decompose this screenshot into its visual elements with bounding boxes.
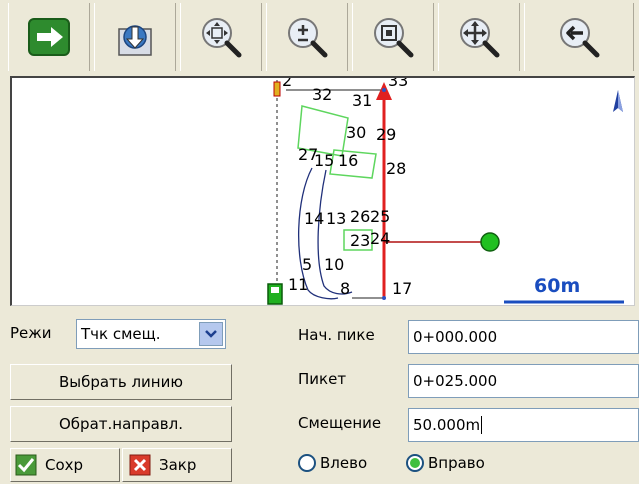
point-label: 14 (304, 209, 324, 228)
zoom-window-icon (374, 18, 414, 58)
right-radio-label: Вправо (428, 454, 485, 472)
left-radio-label: Влево (320, 454, 368, 472)
point-label: 30 (346, 123, 366, 142)
point-label: 17 (392, 279, 412, 298)
point-label: 8 (340, 279, 350, 298)
point-label: 23 (350, 231, 370, 250)
station-label: Пикет (298, 370, 347, 388)
radio-circle-selected (406, 454, 424, 472)
point-label: 32 (312, 85, 332, 104)
point-label: 16 (338, 151, 358, 170)
station-field[interactable]: 0+025.000 (408, 364, 639, 398)
north-arrow-icon (613, 90, 623, 112)
point-label: 28 (386, 159, 406, 178)
offset-label: Смещение (298, 414, 382, 432)
pan-button[interactable] (438, 3, 520, 71)
point-label: 24 (370, 229, 390, 248)
offset-point[interactable] (480, 232, 500, 252)
curve-inner (317, 169, 353, 295)
text-cursor (481, 416, 483, 434)
start-station-label: Нач. пике (298, 326, 375, 344)
zoom-extent-button[interactable] (180, 3, 262, 71)
mode-value: Тчк смещ. (81, 325, 161, 343)
scale-label: 60m (534, 275, 580, 297)
left-radio[interactable]: Влево (298, 454, 367, 472)
map-canvas[interactable]: 2 32 31 33 30 29 27 15 16 28 14 13 26 25… (12, 78, 635, 306)
radio-circle (298, 454, 316, 472)
point-label: 15 (314, 151, 334, 170)
right-radio[interactable]: Вправо (406, 454, 485, 472)
point-label: 25 (370, 207, 390, 226)
zoom-previous-button[interactable] (524, 3, 634, 71)
point-label: 26 (350, 207, 370, 226)
close-label: Закр (159, 456, 197, 474)
point-label: 33 (388, 78, 408, 90)
point-label: 11 (288, 275, 308, 294)
point-label: 31 (352, 91, 372, 110)
mode-label: Режи (10, 324, 52, 342)
point-label: 29 (376, 125, 396, 144)
map-view[interactable]: 2 32 31 33 30 29 27 15 16 28 14 13 26 25… (10, 76, 635, 306)
next-button[interactable] (8, 3, 90, 71)
zoom-in-out-button[interactable] (266, 3, 348, 71)
select-line-button[interactable]: Выбрать линию (10, 364, 232, 400)
pan-icon (460, 18, 500, 58)
import-button[interactable] (94, 3, 176, 71)
point-label: 2 (282, 78, 292, 90)
close-icon (129, 454, 151, 476)
point-label: 5 (302, 255, 312, 274)
zoom-in-out-icon (288, 18, 328, 58)
mode-select[interactable]: Тчк смещ. (76, 319, 226, 349)
reverse-direction-button[interactable]: Обрат.направл. (10, 406, 232, 442)
start-marker (273, 81, 281, 97)
close-button[interactable]: Закр (122, 448, 232, 482)
download-icon (118, 25, 152, 56)
chevron-down-icon[interactable] (199, 322, 223, 346)
point-label: 13 (326, 209, 346, 228)
zoom-previous-icon (560, 18, 600, 58)
zoom-extent-icon (202, 18, 242, 58)
save-button[interactable]: Сохр (10, 448, 120, 482)
offset-value: 50.000m (413, 416, 481, 434)
checkmark-icon (15, 454, 37, 476)
point-label: 10 (324, 255, 344, 274)
start-station-field[interactable]: 0+000.000 (408, 320, 639, 354)
toolbar (0, 0, 639, 76)
zoom-window-button[interactable] (352, 3, 434, 71)
offset-field[interactable]: 50.000m (408, 408, 639, 442)
arrow-right-icon (28, 18, 70, 56)
save-label: Сохр (45, 456, 84, 474)
